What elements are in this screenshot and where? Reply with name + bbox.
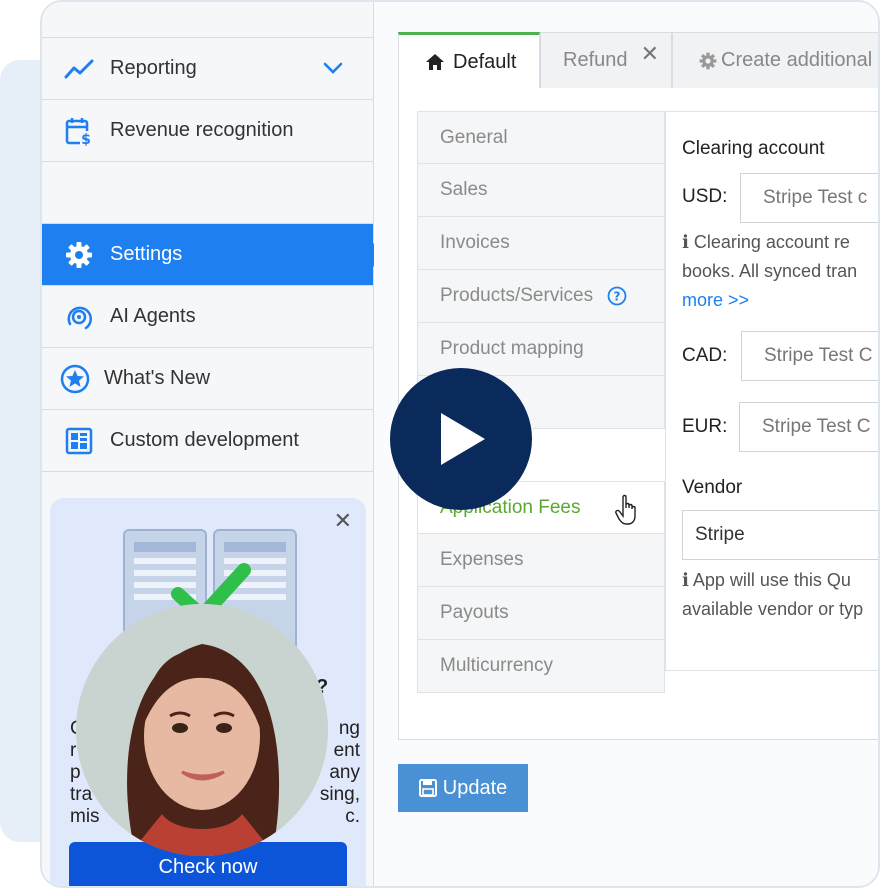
trend-line-icon bbox=[64, 54, 94, 84]
sidebar-item-ai-agents[interactable]: AI Agents bbox=[42, 286, 373, 348]
sidebar-item-settings[interactable]: Settings bbox=[42, 224, 385, 286]
gear-icon bbox=[64, 240, 94, 270]
sidebar-item-revenue-recognition[interactable]: $ Revenue recognition bbox=[42, 100, 373, 162]
eur-clearing-select[interactable]: Stripe Test C bbox=[739, 402, 878, 452]
calendar-dollar-icon: $ bbox=[64, 116, 94, 146]
play-video-button[interactable] bbox=[390, 368, 532, 510]
help-icon[interactable]: ? bbox=[607, 286, 627, 306]
sidebar: Reporting $ Revenue recognition Settings… bbox=[42, 2, 385, 886]
svg-text:$: $ bbox=[81, 132, 91, 146]
clearing-info: ℹ Clearing account re books. All synced … bbox=[682, 228, 857, 315]
sidebar-item-label: Settings bbox=[110, 243, 183, 265]
sidebar-item-label: Custom development bbox=[110, 429, 299, 451]
close-icon[interactable]: ✕ bbox=[641, 41, 659, 67]
vendor-select[interactable]: Stripe bbox=[682, 510, 878, 560]
usd-clearing-select[interactable]: Stripe Test c bbox=[740, 173, 878, 223]
gear-icon bbox=[699, 52, 717, 69]
cad-clearing-select[interactable]: Stripe Test C bbox=[741, 331, 878, 381]
subnav-expenses[interactable]: Expenses bbox=[417, 534, 665, 587]
tab-default[interactable]: Default bbox=[398, 32, 540, 89]
subnav-sales[interactable]: Sales bbox=[417, 164, 665, 217]
subnav-general[interactable]: General bbox=[417, 111, 665, 164]
eur-label: EUR: bbox=[682, 416, 728, 437]
subnav-products-services[interactable]: Products/Services ? bbox=[417, 270, 665, 323]
subnav-invoices[interactable]: Invoices bbox=[417, 217, 665, 270]
more-link[interactable]: more >> bbox=[682, 286, 857, 315]
subnav-payouts[interactable]: Payouts bbox=[417, 587, 665, 640]
sidebar-item-whats-new[interactable]: What's New bbox=[42, 348, 373, 410]
tab-create-additional[interactable]: Create additional bbox=[672, 32, 878, 88]
clearing-account-title: Clearing account bbox=[682, 138, 825, 159]
presenter-avatar bbox=[76, 604, 328, 856]
settings-panel: Clearing account USD: Stripe Test c ℹ Cl… bbox=[665, 111, 878, 671]
info-icon: ℹ bbox=[682, 232, 689, 252]
tab-bar: Default Refund ✕ Create additional bbox=[398, 32, 878, 89]
home-icon bbox=[426, 54, 444, 70]
sidebar-top bbox=[42, 2, 373, 38]
sidebar-item-custom-development[interactable]: Custom development bbox=[42, 410, 373, 472]
star-circle-icon bbox=[60, 364, 90, 394]
usd-label: USD: bbox=[682, 186, 728, 207]
hand-cursor-icon bbox=[615, 494, 636, 525]
sidebar-item-label: Reporting bbox=[110, 57, 197, 79]
ai-target-icon bbox=[64, 302, 94, 332]
sidebar-item-label: AI Agents bbox=[110, 305, 196, 327]
chevron-down-icon[interactable] bbox=[323, 58, 343, 81]
subnav-multicurrency[interactable]: Multicurrency bbox=[417, 640, 665, 693]
vendor-info: ℹ App will use this Qu available vendor … bbox=[682, 570, 864, 619]
sidebar-item-reporting[interactable]: Reporting bbox=[42, 38, 373, 100]
info-icon: ℹ bbox=[682, 570, 689, 590]
tab-refund[interactable]: Refund ✕ bbox=[540, 32, 672, 88]
update-button[interactable]: Update bbox=[398, 764, 528, 812]
sidebar-spacer bbox=[42, 162, 373, 224]
save-icon bbox=[418, 779, 437, 797]
play-icon bbox=[441, 413, 485, 465]
cad-label: CAD: bbox=[682, 345, 728, 366]
grid-layout-icon bbox=[64, 426, 94, 456]
sidebar-item-label: Revenue recognition bbox=[110, 119, 294, 141]
close-icon[interactable]: ✕ bbox=[334, 508, 352, 534]
vendor-title: Vendor bbox=[682, 477, 743, 498]
svg-text:?: ? bbox=[614, 290, 621, 304]
sidebar-item-label: What's New bbox=[104, 367, 211, 389]
